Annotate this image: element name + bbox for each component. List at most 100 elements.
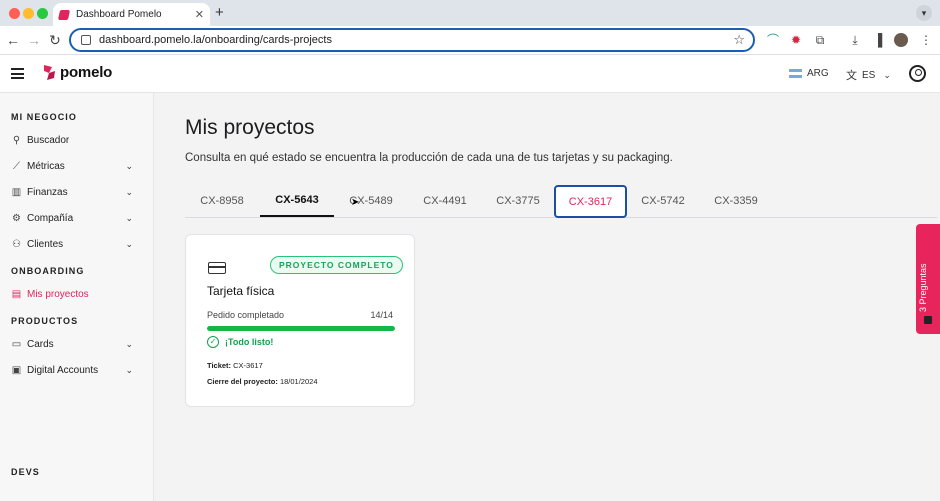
progress-bar	[207, 326, 395, 331]
side-panel-icon[interactable]: ▐	[871, 33, 885, 47]
menu-kebab-icon[interactable]: ⋮	[919, 33, 933, 47]
section-mi-negocio: MI NEGOCIO	[11, 112, 78, 122]
user-account-icon[interactable]	[909, 65, 926, 82]
sidebar-item-clientes[interactable]: ⚇ Clientes ⌄	[11, 235, 133, 253]
chevron-down-icon: ⌄	[125, 338, 133, 349]
extension-gear-icon[interactable]: ✹	[789, 33, 803, 47]
card-title: Tarjeta física	[207, 284, 275, 298]
browser-toolbar: ← → ↻ dashboard.pomelo.la/onboarding/car…	[0, 26, 940, 55]
progress-count: 14/14	[370, 310, 393, 320]
tab-cx-5643[interactable]: CX-5643	[260, 185, 334, 217]
sidebar-item-compania[interactable]: ⚙ Compañía ⌄	[11, 209, 133, 227]
ticket-label: Ticket:	[207, 361, 232, 370]
chat-icon	[924, 316, 932, 324]
status-message: ✓ ¡Todo listo!	[207, 336, 273, 348]
tab-cx-5742[interactable]: CX-5742	[626, 185, 700, 217]
chevron-down-icon: ⌄	[125, 160, 133, 171]
progress-label: Pedido completado	[207, 310, 285, 320]
users-icon: ⚇	[12, 238, 21, 250]
argentina-flag-icon	[789, 69, 802, 78]
sidebar-item-label: Clientes	[27, 238, 64, 250]
maximize-window-button[interactable]	[37, 8, 48, 19]
section-devs: DEVS	[11, 467, 40, 477]
tab-cx-8958[interactable]: CX-8958	[185, 185, 259, 217]
tab-cx-3775[interactable]: CX-3775	[481, 185, 555, 217]
new-tab-button[interactable]: +	[215, 4, 224, 21]
reload-icon[interactable]: ↻	[47, 32, 63, 49]
app-header: pomelo ARG 文 ES ⌄	[0, 55, 940, 93]
ticket-info: Ticket: CX-3617	[207, 361, 263, 370]
url-text[interactable]: dashboard.pomelo.la/onboarding/cards-pro…	[99, 34, 733, 46]
forward-icon[interactable]: →	[26, 32, 42, 48]
gear-icon: ⚙	[12, 212, 21, 224]
ticket-value: CX-3617	[233, 361, 263, 370]
chart-icon: ⟋	[13, 160, 20, 172]
tab-cx-3617[interactable]: CX-3617	[554, 185, 627, 218]
browser-tab[interactable]: Dashboard Pomelo ✕	[53, 3, 210, 26]
sidebar-item-label: Buscador	[27, 134, 70, 146]
country-selector[interactable]: ARG	[789, 68, 829, 79]
closure-value: 18/01/2024	[279, 377, 318, 386]
sidebar-item-buscador[interactable]: ⚲ Buscador	[11, 131, 133, 149]
pomelo-favicon-icon	[57, 9, 71, 20]
page-subtitle: Consulta en qué estado se encuentra la p…	[185, 152, 673, 164]
sidebar-item-label: Métricas	[27, 160, 65, 172]
download-icon[interactable]: ⤓	[848, 33, 862, 47]
pomelo-logo[interactable]: pomelo	[42, 64, 112, 81]
sidebar-item-label: Finanzas	[27, 186, 68, 198]
progress-bar-fill	[207, 326, 395, 331]
sidebar-item-metricas[interactable]: ⟋ Métricas ⌄	[11, 157, 133, 175]
tab-cx-4491[interactable]: CX-4491	[408, 185, 482, 217]
close-tab-icon[interactable]: ✕	[195, 8, 204, 21]
hamburger-menu-icon[interactable]	[11, 68, 24, 79]
chevron-down-icon: ⌄	[125, 186, 133, 197]
tab-cx-5489[interactable]: CX-5489	[334, 185, 408, 217]
extension-icon[interactable]: ⌒	[766, 33, 780, 47]
back-icon[interactable]: ←	[5, 32, 21, 48]
chevron-down-icon: ⌄	[125, 238, 133, 249]
sidebar-item-mis-proyectos[interactable]: ▤ Mis proyectos	[11, 285, 133, 303]
mouse-cursor-icon: ➤	[351, 197, 360, 208]
profile-avatar[interactable]	[894, 33, 908, 47]
language-selector[interactable]: 文 ES ⌄	[846, 67, 891, 83]
site-info-icon[interactable]	[81, 35, 91, 45]
sidebar-item-digital-accounts[interactable]: ▣ Digital Accounts ⌄	[11, 361, 133, 379]
section-productos: PRODUCTOS	[11, 316, 79, 326]
chevron-down-icon: ⌄	[883, 69, 891, 80]
folder-icon: ▤	[11, 288, 22, 300]
closure-info: Cierre del proyecto: 18/01/2024	[207, 377, 318, 386]
pomelo-logo-icon	[44, 65, 55, 80]
close-window-button[interactable]	[9, 8, 20, 19]
card-icon: ▭	[11, 338, 22, 350]
address-bar[interactable]: dashboard.pomelo.la/onboarding/cards-pro…	[69, 28, 755, 52]
tab-search-icon[interactable]: ▾	[916, 5, 932, 21]
wallet-icon: ▣	[11, 364, 22, 376]
browser-tab-title: Dashboard Pomelo	[76, 9, 162, 20]
check-circle-icon: ✓	[207, 336, 219, 348]
main-content: Mis proyectos Consulta en qué estado se …	[154, 93, 940, 501]
sidebar-item-finanzas[interactable]: ▥ Finanzas ⌄	[11, 183, 133, 201]
sidebar-item-label: Compañía	[27, 212, 74, 224]
sidebar-item-label: Cards	[27, 338, 54, 350]
language-code: ES	[862, 69, 876, 81]
status-badge: PROYECTO COMPLETO	[270, 256, 403, 274]
chevron-down-icon: ⌄	[125, 212, 133, 223]
credit-card-icon	[208, 262, 226, 274]
building-icon: ▥	[11, 186, 22, 198]
project-card: PROYECTO COMPLETO Tarjeta física Pedido …	[185, 234, 415, 407]
sidebar-item-cards[interactable]: ▭ Cards ⌄	[11, 335, 133, 353]
bookmark-star-icon[interactable]: ☆	[733, 32, 745, 48]
questions-label: 3 Preguntas	[918, 263, 928, 312]
page-title: Mis proyectos	[185, 116, 315, 139]
extensions-puzzle-icon[interactable]: ⧉	[813, 33, 827, 47]
country-code: ARG	[807, 68, 829, 79]
sidebar-item-label: Mis proyectos	[27, 288, 89, 300]
status-text: ¡Todo listo!	[225, 337, 274, 347]
minimize-window-button[interactable]	[23, 8, 34, 19]
sidebar-item-label: Digital Accounts	[27, 364, 99, 376]
chevron-down-icon: ⌄	[125, 364, 133, 375]
questions-widget[interactable]: 3 Preguntas	[916, 224, 940, 334]
tab-cx-3359[interactable]: CX-3359	[699, 185, 773, 217]
translate-icon: 文	[846, 70, 857, 82]
sidebar: MI NEGOCIO ⚲ Buscador ⟋ Métricas ⌄ ▥ Fin…	[0, 93, 154, 501]
